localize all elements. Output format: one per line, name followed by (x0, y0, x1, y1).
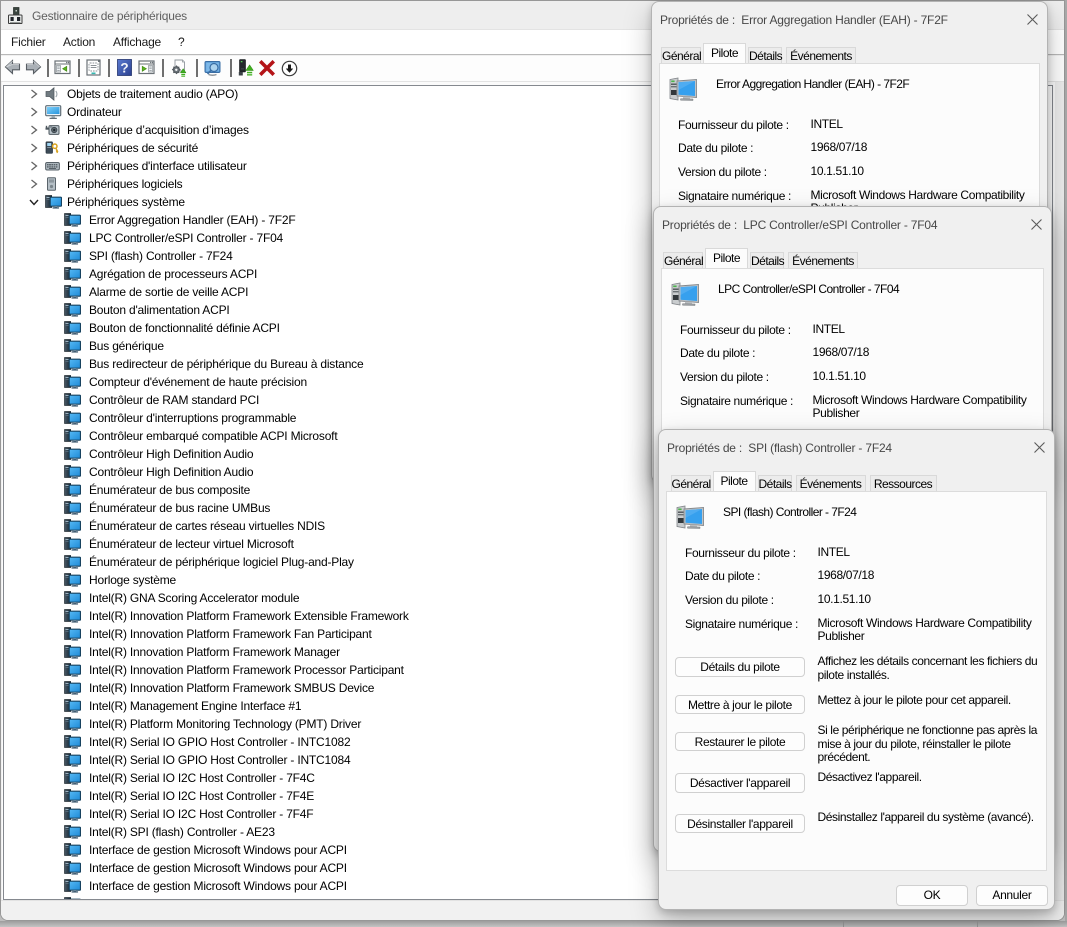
svg-text:?: ? (120, 61, 128, 76)
